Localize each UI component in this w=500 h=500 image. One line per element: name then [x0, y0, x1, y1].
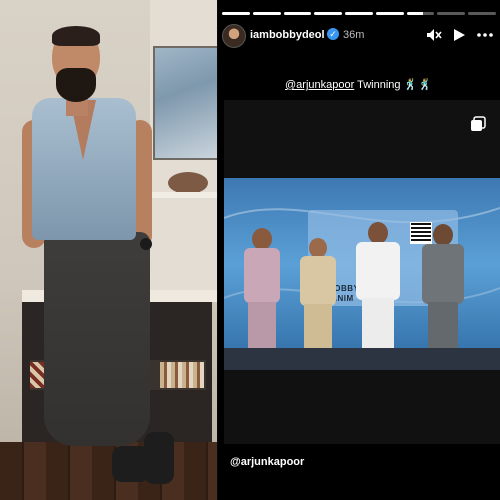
boot: [144, 432, 174, 484]
person-standing: [0, 0, 217, 500]
person-beige-suit: [298, 238, 338, 358]
wristwatch: [140, 238, 152, 250]
event-photo: BOBBY D (ANIM: [224, 178, 500, 370]
username[interactable]: iambobbydeol: [250, 29, 325, 41]
left-photo: [0, 0, 217, 500]
progress-segment: [314, 12, 343, 15]
progress-segment: [406, 12, 435, 15]
person-white-suit: [354, 222, 402, 358]
story-header: iambobbydeol ✓ 36m: [218, 22, 500, 54]
more-icon[interactable]: [476, 28, 494, 42]
story-viewer[interactable]: iambobbydeol ✓ 36m @arjunkapoor Twinning…: [218, 0, 500, 500]
progress-segment: [345, 12, 373, 15]
progress-segment: [375, 12, 404, 15]
progress-segment: [283, 12, 312, 15]
progress-segment: [468, 12, 497, 15]
mention-link[interactable]: @arjunkapoor: [285, 79, 354, 91]
speaker-muted-icon[interactable]: [426, 28, 442, 42]
progress-segment: [222, 12, 250, 15]
caption-text: Twinning: [354, 79, 404, 91]
story-progress-bar: [222, 12, 497, 15]
dancing-emoji: 🕺🕺: [403, 79, 433, 91]
person-pink-suit: [242, 228, 282, 358]
progress-segment: [437, 12, 466, 15]
stage-floor: [224, 348, 500, 370]
verified-badge-icon: ✓: [327, 28, 339, 40]
trousers: [44, 232, 150, 446]
timestamp: 36m: [343, 29, 365, 41]
multiple-photos-icon: [471, 116, 486, 131]
hair: [52, 26, 100, 46]
progress-segment: [252, 12, 281, 15]
story-caption: @arjunkapoor Twinning 🕺🕺: [218, 78, 500, 91]
avatar[interactable]: [222, 24, 246, 48]
person-grey-suit: [420, 224, 466, 358]
beard: [56, 68, 96, 102]
play-icon[interactable]: [452, 28, 466, 42]
post-author-mention[interactable]: @arjunkapoor: [230, 456, 304, 468]
